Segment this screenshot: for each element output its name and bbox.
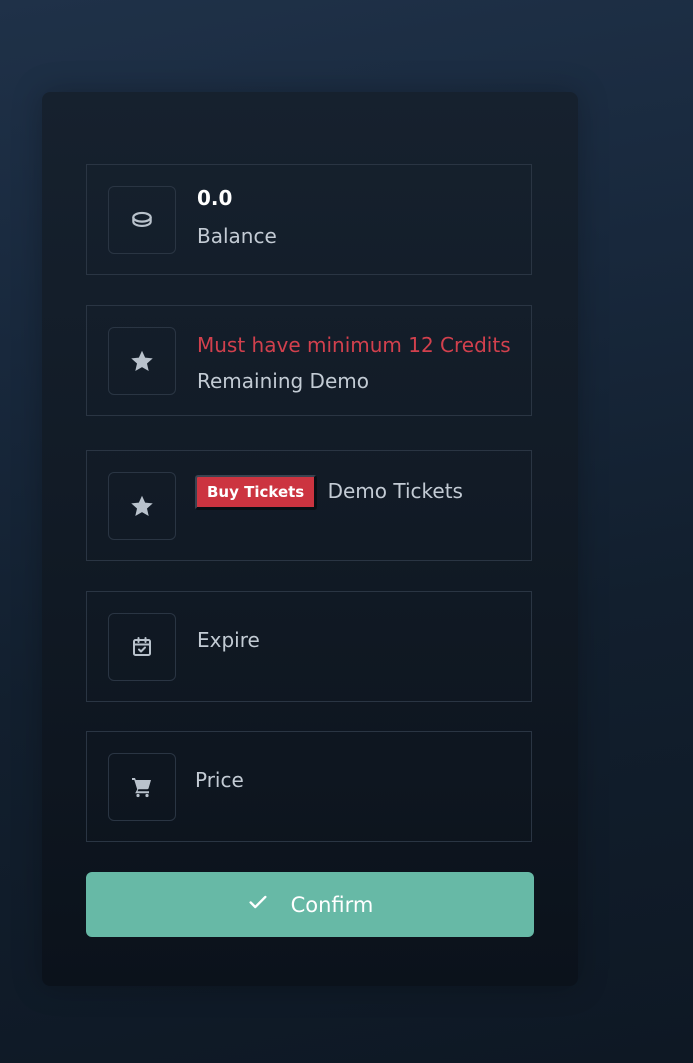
price-row: Price	[86, 731, 532, 842]
credits-row: Must have minimum 12 Credits Remaining D…	[86, 305, 532, 416]
subscription-card: 0.0 Balance Must have minimum 12 Credits…	[42, 92, 578, 986]
expire-text: Expire	[197, 622, 519, 658]
tickets-row: Buy Tickets Demo Tickets	[86, 450, 532, 561]
calendar-check-icon	[108, 613, 176, 681]
balance-text: 0.0 Balance	[197, 185, 519, 249]
tickets-text: Buy Tickets Demo Tickets	[195, 473, 519, 510]
confirm-button[interactable]: Confirm	[86, 872, 534, 937]
star-icon	[108, 327, 176, 395]
buy-tickets-button[interactable]: Buy Tickets	[195, 475, 318, 510]
credits-warning: Must have minimum 12 Credits	[197, 333, 511, 357]
expire-label: Expire	[197, 628, 260, 652]
price-text: Price	[195, 762, 519, 798]
expire-row: Expire	[86, 591, 532, 702]
credits-label: Remaining Demo	[197, 369, 369, 393]
star-icon	[108, 472, 176, 540]
credits-text: Must have minimum 12 Credits Remaining D…	[197, 327, 519, 399]
coins-icon	[108, 186, 176, 254]
check-icon	[247, 891, 269, 918]
confirm-label: Confirm	[290, 892, 374, 917]
balance-label: Balance	[197, 224, 277, 248]
tickets-label: Demo Tickets	[327, 479, 463, 503]
cart-icon	[108, 753, 176, 821]
balance-row: 0.0 Balance	[86, 164, 532, 275]
balance-value: 0.0	[197, 186, 233, 210]
price-label: Price	[195, 768, 244, 792]
